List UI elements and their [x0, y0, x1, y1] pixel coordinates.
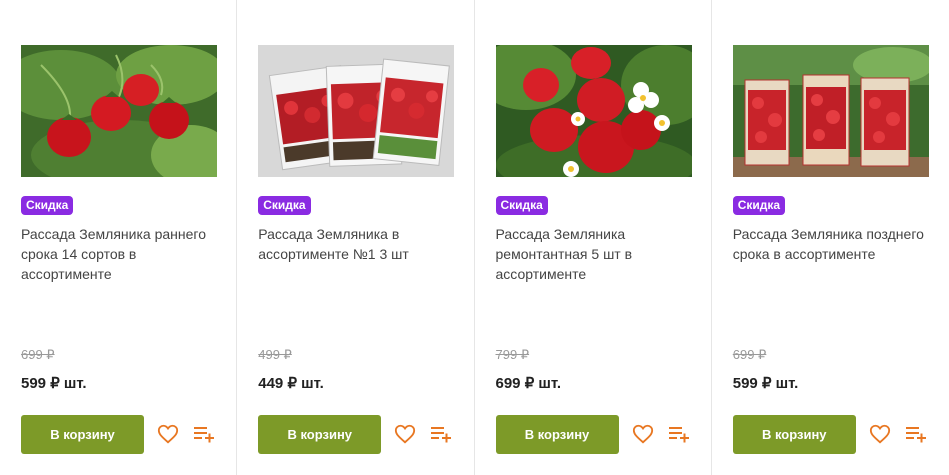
- add-to-cart-button[interactable]: В корзину: [495, 415, 619, 454]
- product-title[interactable]: Рассада Земляника раннего срока 14 сорто…: [21, 224, 221, 284]
- product-image[interactable]: [732, 45, 929, 177]
- add-to-cart-button[interactable]: В корзину: [732, 415, 856, 454]
- discount-badge: Скидка: [495, 196, 548, 215]
- current-price: 599 ₽ шт.: [21, 375, 87, 392]
- add-to-list-icon[interactable]: [905, 424, 927, 444]
- current-price: 699 ₽ шт.: [495, 375, 562, 392]
- product-card: Скидка Рассада Земляника раннего срока 1…: [0, 0, 238, 475]
- heart-icon[interactable]: [632, 423, 654, 445]
- product-grid: Скидка Рассада Земляника раннего срока 1…: [0, 0, 949, 475]
- discount-badge: Скидка: [258, 196, 311, 215]
- product-image[interactable]: [21, 45, 217, 177]
- old-price: 799 ₽: [495, 347, 530, 362]
- product-card: Скидка Рассада Земляника в ассортименте …: [237, 0, 475, 475]
- add-to-cart-button[interactable]: В корзину: [258, 415, 382, 454]
- add-to-list-icon[interactable]: [430, 424, 452, 444]
- add-to-list-icon[interactable]: [668, 424, 690, 444]
- discount-badge: Скидка: [21, 196, 74, 215]
- old-price: 699 ₽: [732, 347, 767, 362]
- add-to-list-icon[interactable]: [193, 424, 215, 444]
- old-price: 499 ₽: [258, 347, 292, 362]
- heart-icon[interactable]: [394, 423, 416, 445]
- heart-icon[interactable]: [869, 423, 891, 445]
- product-card: Скидка Рассада Земляника позднего срока …: [712, 0, 949, 475]
- product-image[interactable]: [495, 45, 692, 177]
- product-title[interactable]: Рассада Земляника в ассортименте №1 3 шт: [258, 224, 458, 264]
- old-price: 699 ₽: [21, 347, 55, 362]
- heart-icon[interactable]: [157, 423, 179, 445]
- product-image[interactable]: [258, 45, 455, 177]
- discount-badge: Скидка: [732, 196, 786, 215]
- product-card: Скидка Рассада Земляника ремонтантная 5 …: [475, 0, 712, 475]
- current-price: 599 ₽ шт.: [732, 375, 799, 392]
- add-to-cart-button[interactable]: В корзину: [21, 415, 144, 454]
- product-title[interactable]: Рассада Земляника позднего срока в ассор…: [733, 224, 933, 264]
- current-price: 449 ₽ шт.: [258, 375, 324, 392]
- product-title[interactable]: Рассада Земляника ремонтантная 5 шт в ас…: [496, 224, 696, 284]
